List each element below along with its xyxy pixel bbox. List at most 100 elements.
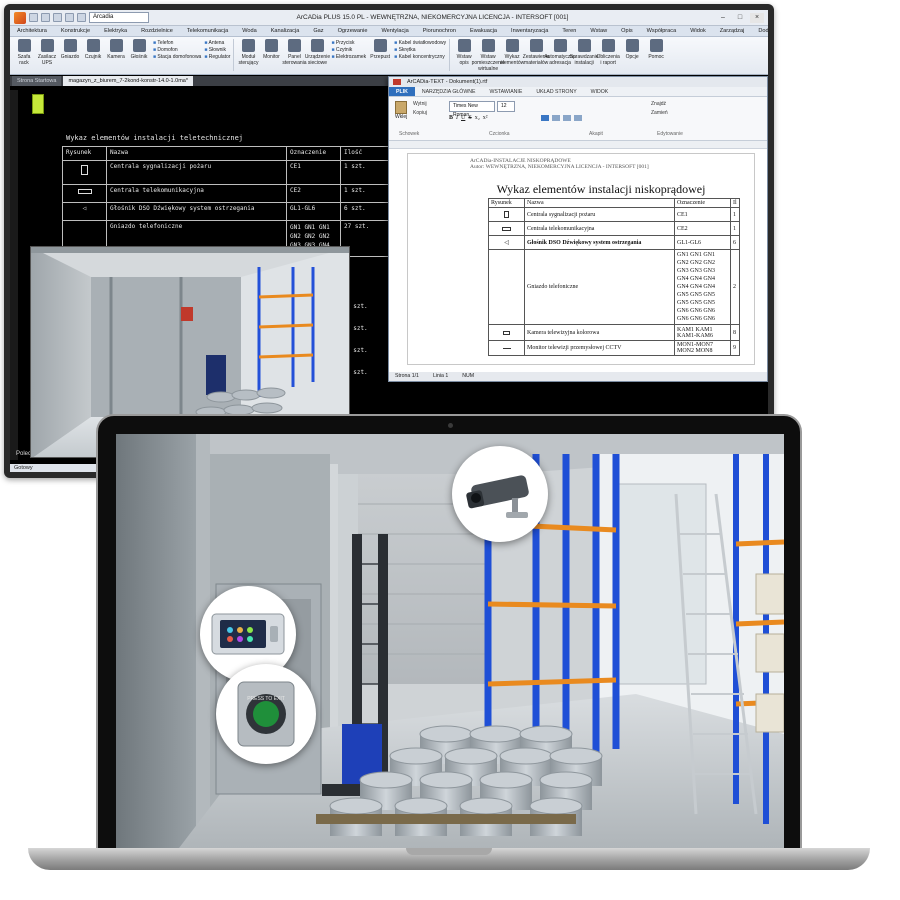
ribbon-tab[interactable]: Wentylacja — [374, 26, 415, 36]
ribbon-button-label: Kamera — [107, 54, 125, 60]
ribbon-button[interactable]: Wstaw pomieszczenie wirtualne — [472, 39, 505, 72]
ribbon-button[interactable]: Szafa rack — [13, 39, 35, 66]
ruler[interactable] — [389, 141, 767, 149]
ribbon-button[interactable]: Obliczenia i raport — [596, 39, 620, 72]
editor-tab[interactable]: UKŁAD STRONY — [529, 87, 583, 96]
align-right-icon[interactable] — [563, 115, 571, 121]
ribbon-button[interactable]: Automatyczna adresacja — [544, 39, 576, 72]
doc-table-header: Rysunek Nazwa Oznaczenie Il — [488, 198, 740, 208]
ribbon-group-devices: Szafa rack Zasilacz UPS Gniazdo Czujnik Kame… — [13, 39, 150, 66]
document-page[interactable]: ArCADia-INSTALACJE NISKOPRĄDOWE Autor: W… — [407, 153, 755, 365]
ribbon-tab[interactable]: Kanalizacja — [264, 26, 307, 36]
doc-table-row: Centrala telekomunikacyjna CE2 1 — [488, 221, 740, 236]
editor-tab[interactable]: WIDOK — [584, 87, 616, 96]
editor-tab[interactable]: PLIK — [389, 87, 415, 96]
print-icon[interactable] — [65, 13, 74, 22]
ribbon-list-item[interactable]: Przycisk — [331, 40, 366, 46]
ribbon-button[interactable]: Panel sterowania — [282, 39, 307, 66]
ribbon-list-item[interactable]: Regulator — [204, 54, 231, 60]
ribbon-tab[interactable]: Ewakuacja — [463, 26, 504, 36]
style-combo[interactable]: Arcadia — [89, 12, 149, 23]
ribbon-tab[interactable]: Teren — [555, 26, 583, 36]
bold-button[interactable]: B — [449, 115, 453, 121]
maximize-button[interactable]: □ — [733, 13, 747, 23]
editor-tab[interactable]: NARZĘDZIA GŁÓWNE — [415, 87, 483, 96]
underline-button[interactable]: U — [461, 115, 465, 121]
rack-beam — [487, 601, 617, 609]
ribbon-button[interactable]: Gniazdo — [59, 39, 81, 66]
ribbon-list-item[interactable]: Kabel koncentryczny — [394, 54, 446, 60]
cut-button[interactable]: Wytnij — [413, 101, 427, 107]
open-icon[interactable] — [41, 13, 50, 22]
ribbon-tab[interactable]: Zarządzaj — [713, 26, 752, 36]
ribbon-tab[interactable]: Gaz — [306, 26, 330, 36]
ribbon-button[interactable]: Sprawdzanie instalacji — [570, 39, 599, 72]
subscript-button[interactable]: x₂ — [475, 115, 480, 121]
ribbon-button-icon — [241, 39, 255, 52]
find-button[interactable]: Znajdź — [651, 101, 666, 107]
ribbon-tab[interactable]: Dodatki — [751, 26, 768, 36]
copy-button[interactable]: Kopiuj — [413, 110, 427, 116]
ribbon-button[interactable]: Czujnik — [82, 39, 104, 66]
ribbon-tab[interactable]: Ogrzewanie — [331, 26, 375, 36]
align-center-icon[interactable] — [552, 115, 560, 121]
replace-button[interactable]: Zamień — [651, 110, 668, 116]
ribbon-tab[interactable]: Elektryka — [97, 26, 134, 36]
ribbon-button-icon — [457, 39, 471, 52]
cctv-camera-badge[interactable] — [452, 446, 548, 542]
ribbon-button[interactable]: Głośnik — [128, 39, 150, 66]
ribbon-tab[interactable]: Inwentaryzacja — [504, 26, 555, 36]
ribbon-tab[interactable]: Opis — [614, 26, 640, 36]
ribbon-tab[interactable]: Piorunochron — [416, 26, 463, 36]
ribbon-list-item[interactable]: Stacja domofonowa — [153, 54, 201, 60]
ribbon-list-item[interactable]: Domofon — [153, 47, 201, 53]
superscript-button[interactable]: x² — [483, 115, 488, 121]
ribbon-button[interactable]: Urządzenie sieciowe — [305, 39, 330, 66]
ribbon-list-item[interactable]: Kabel światłowodowy — [394, 40, 447, 46]
text-editor-window[interactable]: ArCADia-TEXT - Dokument(1).rtf PLIK NARZĘ… — [388, 76, 768, 382]
new-icon[interactable] — [29, 13, 38, 22]
ribbon-list-item[interactable]: Słownik — [204, 47, 230, 53]
ribbon-button[interactable]: Kamera — [105, 39, 127, 66]
przepust-icon — [373, 39, 387, 52]
paste-button[interactable]: Wklej — [395, 101, 409, 123]
ribbon-przepust-button[interactable]: Przepust — [369, 39, 391, 60]
ribbon-list-item[interactable]: Czytnik — [331, 47, 366, 53]
ribbon-tab[interactable]: Telekomunikacja — [180, 26, 235, 36]
ribbon-button[interactable]: Opcje — [621, 39, 643, 72]
save-icon[interactable] — [53, 13, 62, 22]
editor-tab[interactable]: WSTAWIANIE — [482, 87, 529, 96]
editor-statusbar: Strona 1/1 Linia 1 NUM — [389, 372, 767, 381]
cad-left-toolbar[interactable] — [10, 90, 18, 460]
close-button[interactable]: × — [750, 12, 764, 23]
font-name-select[interactable]: Times New Roman — [449, 101, 495, 118]
ribbon-list-item[interactable]: Antena — [204, 40, 230, 46]
ribbon-tab[interactable]: Konstrukcje — [54, 26, 97, 36]
ribbon-button[interactable]: Wykaz elementów — [500, 39, 524, 72]
strike-button[interactable]: S — [468, 115, 471, 121]
exit-button-badge[interactable]: PRESS TO EXIT — [216, 664, 316, 764]
document-tab[interactable]: Strona Startowa — [12, 76, 62, 86]
ribbon-tab[interactable]: Wstaw — [583, 26, 614, 36]
italic-button[interactable]: I — [456, 115, 458, 121]
undo-icon[interactable] — [77, 13, 86, 22]
ribbon-tab[interactable]: Architektura — [10, 26, 54, 36]
font-size-select[interactable]: 12 — [497, 101, 515, 112]
ribbon-button-icon — [17, 39, 31, 52]
document-tab[interactable]: magazyn_z_biurem_7-2kond-konstr-14.0-1.0… — [63, 76, 193, 86]
align-left-icon[interactable] — [541, 115, 549, 121]
ribbon-button[interactable]: Moduł sterujący — [237, 39, 259, 66]
ribbon-button[interactable]: Pomoc — [645, 39, 667, 72]
justify-icon[interactable] — [574, 115, 582, 121]
ribbon-list-item[interactable]: Elektrozamek — [331, 54, 366, 60]
ribbon-list-item[interactable]: Skrętka — [394, 47, 446, 53]
ribbon-button[interactable]: Zasilacz UPS — [36, 39, 58, 66]
ribbon-tab[interactable]: Widok — [683, 26, 713, 36]
arcadia-logo-icon[interactable] — [14, 11, 26, 24]
minimize-button[interactable]: – — [716, 13, 730, 23]
ribbon-button[interactable]: Monitor — [260, 39, 282, 66]
ribbon-list-item[interactable]: Telefon — [153, 40, 201, 46]
ribbon-tab[interactable]: Woda — [235, 26, 264, 36]
ribbon-tab[interactable]: Współpraca — [640, 26, 684, 36]
ribbon-tab[interactable]: Rozdzielnice — [134, 26, 180, 36]
